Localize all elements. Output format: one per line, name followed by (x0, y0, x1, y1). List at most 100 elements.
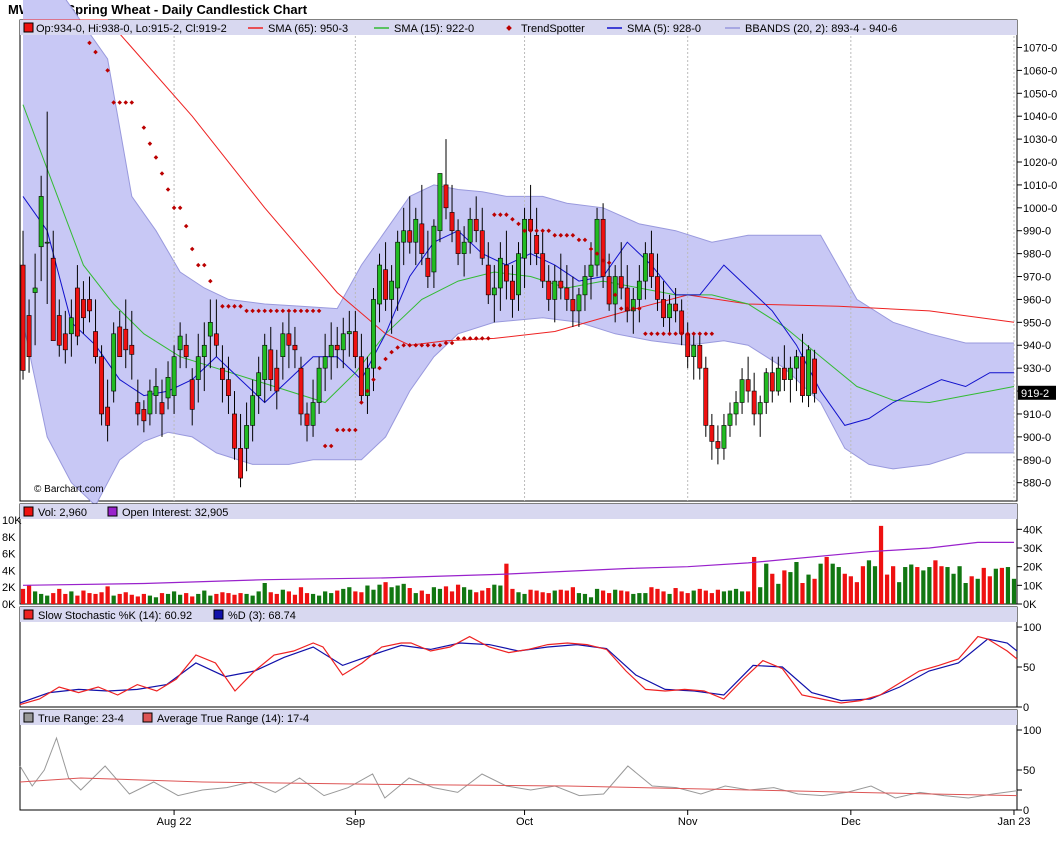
chart-canvas: 880-0890-0900-0910-0920-0930-0940-0950-0… (2, 0, 1057, 828)
legend-open-interest: Open Interest: 32,905 (122, 507, 228, 519)
candle-body (153, 386, 159, 396)
candle-body (558, 280, 564, 289)
volume-bar (963, 583, 968, 604)
volume-bar (504, 563, 509, 604)
price-tick-label: 890-0 (1023, 455, 1051, 467)
volume-bar (39, 593, 44, 604)
candle-body (594, 218, 600, 266)
volume-bar (745, 591, 751, 604)
candle-body (570, 299, 576, 312)
candle-body (340, 333, 346, 351)
volume-bar (75, 595, 80, 604)
candle-body (328, 344, 334, 358)
volume-bar (304, 593, 310, 604)
candle-body (491, 287, 497, 296)
volume-bar (280, 589, 285, 604)
volume-bar (486, 588, 491, 604)
volume-left-tick-label: 8K (2, 532, 16, 544)
candle-body (781, 367, 787, 380)
candle-body (244, 425, 250, 449)
legend-true-range: True Range: 23-4 (38, 713, 124, 725)
volume-bar (99, 592, 104, 604)
volume-bar (860, 566, 866, 604)
candle-body (195, 356, 201, 380)
candle-body (618, 276, 624, 289)
candle-body (117, 326, 123, 357)
volume-bar (619, 590, 624, 604)
candle-body (232, 413, 237, 449)
x-axis-label: Oct (516, 816, 533, 828)
candle-body (697, 344, 703, 369)
candle-body (256, 372, 262, 396)
volume-bar (292, 594, 298, 604)
volume-bar (63, 593, 68, 604)
volume-left-tick-label: 10K (2, 515, 22, 527)
volume-left-tick-label: 0K (2, 599, 16, 611)
volume-bar (643, 593, 648, 604)
legend-stoch-d-swatch (213, 609, 224, 620)
volume-bar (431, 587, 437, 604)
candle-body (751, 390, 757, 415)
volume-bar (232, 594, 237, 604)
volume-bar (214, 593, 219, 604)
legend-atr-swatch (142, 712, 153, 723)
volume-bar (522, 593, 527, 604)
volume-bar (836, 567, 841, 604)
volume-bar (999, 567, 1005, 604)
candle-body (292, 344, 298, 351)
candle-body (576, 294, 582, 312)
volume-bar (685, 593, 690, 604)
candle-body (93, 331, 98, 357)
candle-body (449, 212, 455, 232)
candle-body (44, 241, 50, 244)
candle-body (165, 377, 171, 399)
candle-body (129, 344, 135, 355)
volume-bar (564, 590, 569, 604)
volume-bar (135, 596, 140, 604)
volume-bar (637, 593, 642, 604)
volume-bar (449, 591, 455, 604)
volume-bar (733, 588, 739, 604)
candle-body (20, 264, 26, 371)
candle-body (721, 425, 727, 449)
volume-bar (516, 592, 521, 604)
candle-body (226, 379, 231, 396)
candle-body (600, 218, 606, 277)
oi-tick-label: 40K (1023, 524, 1043, 536)
volume-bar (510, 588, 515, 604)
oi-tick-label: 10K (1023, 580, 1043, 592)
candle-body (642, 253, 648, 282)
volume-bar (764, 563, 769, 604)
candle-body (262, 344, 268, 380)
volume-bar (196, 593, 201, 604)
stoch-tick-label: 0 (1023, 702, 1029, 714)
volume-bar (921, 570, 926, 604)
volume-bar (147, 595, 153, 604)
volume-bar (957, 566, 962, 604)
volume-bar (32, 591, 38, 604)
volume-bar (721, 591, 727, 604)
stoch-tick-label: 100 (1023, 622, 1041, 634)
price-tick-label: 950-0 (1023, 317, 1051, 329)
candle-body (220, 367, 225, 380)
legend-stoch-d: %D (3): 68.74 (228, 610, 296, 622)
legend-vol-swatch (23, 506, 34, 517)
candle-body (564, 287, 570, 300)
price-tick-label: 880-0 (1023, 478, 1051, 490)
candle-body (455, 230, 461, 254)
candle-body (395, 241, 401, 289)
candle-body (673, 303, 679, 312)
candle-body (812, 358, 817, 394)
candle-body (794, 356, 799, 369)
volume-bar (570, 587, 575, 604)
volume-bar (649, 587, 654, 604)
volume-bar (208, 595, 213, 604)
volume-bar (401, 583, 406, 604)
candle-body (207, 322, 213, 337)
volume-bar (220, 592, 225, 604)
price-tick-label: 900-0 (1023, 432, 1051, 444)
volume-bar (824, 556, 829, 604)
candle-body (757, 402, 763, 415)
candle-body (141, 409, 147, 422)
volume-bar (528, 589, 533, 604)
